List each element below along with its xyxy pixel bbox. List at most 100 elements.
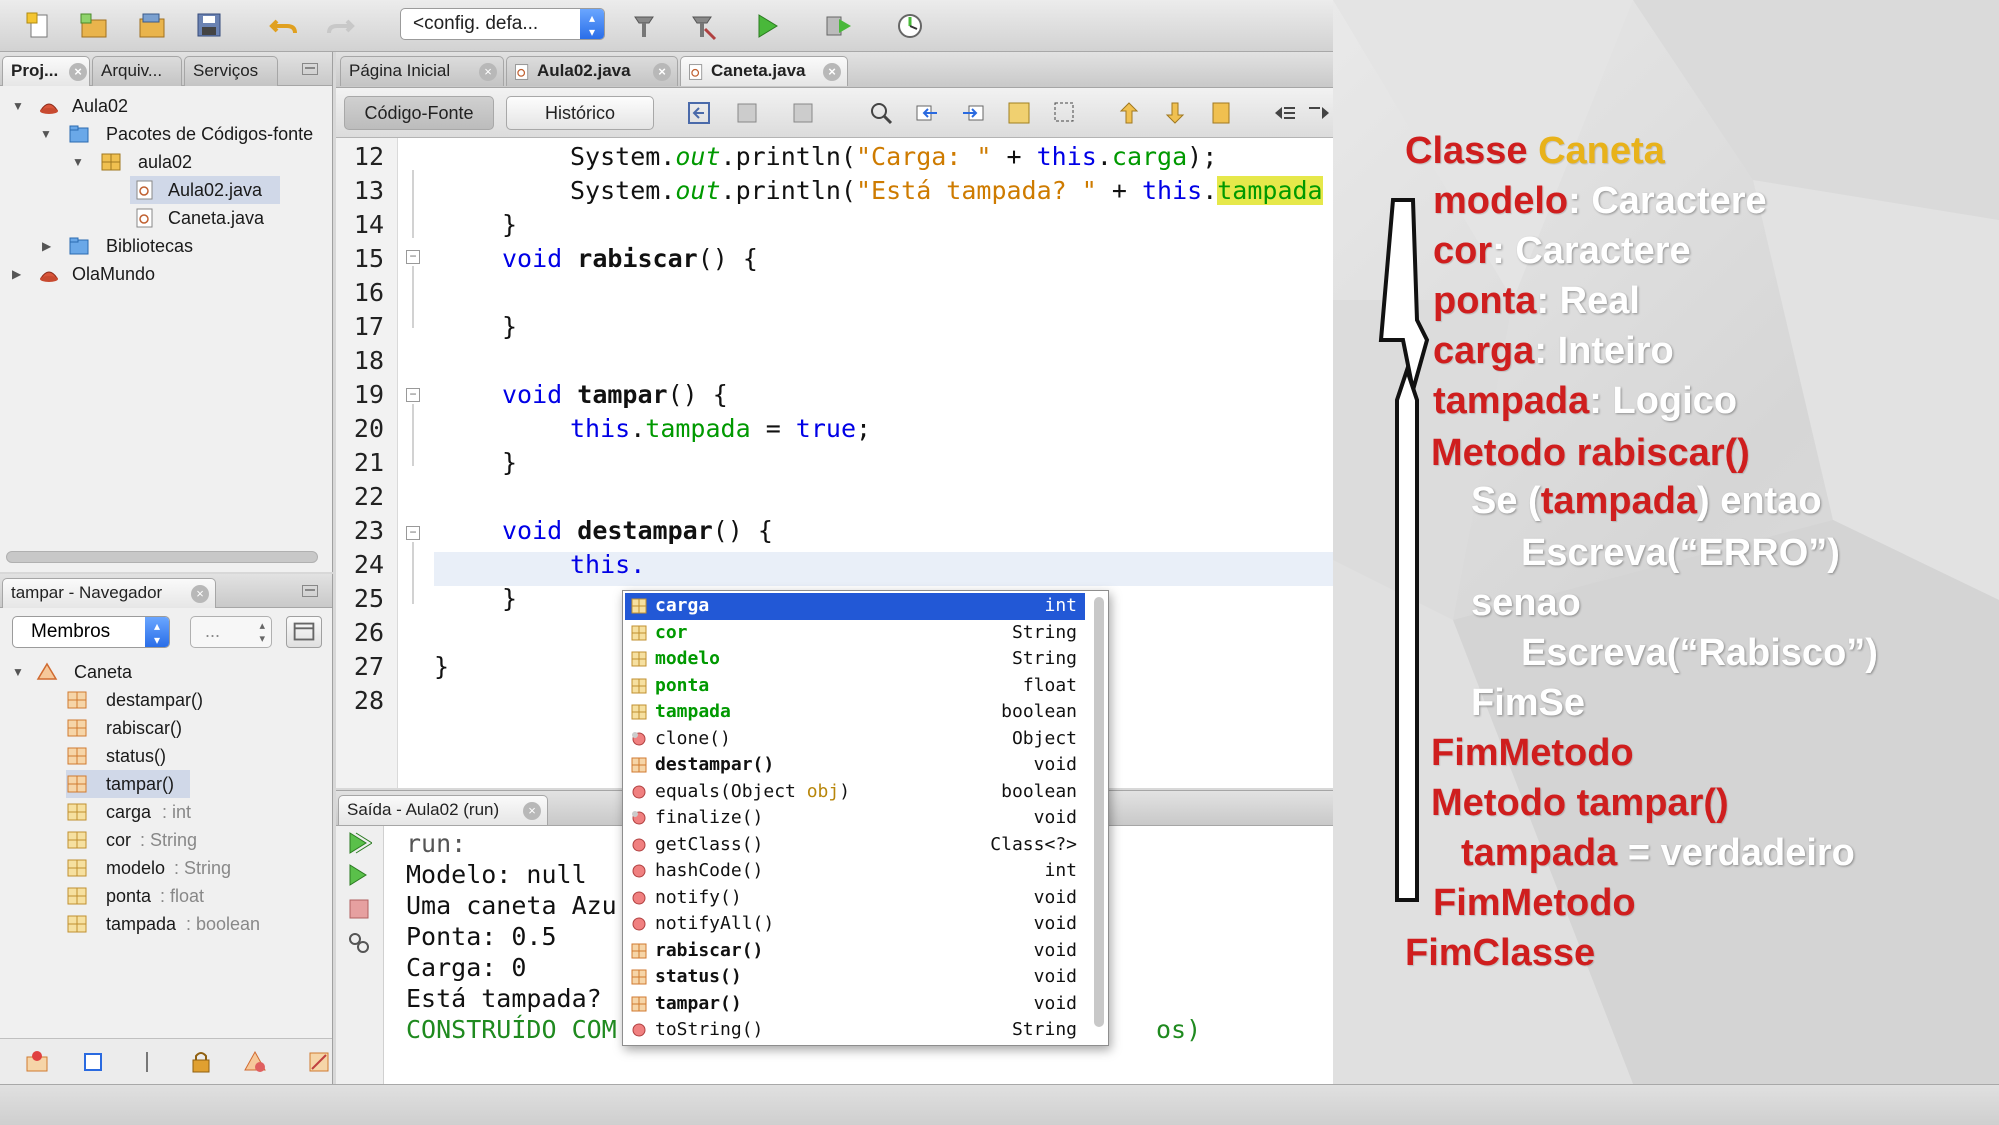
minimize-icon[interactable]	[302, 585, 318, 597]
completion-item[interactable]: clone() Object	[625, 726, 1085, 753]
completion-scrollbar[interactable]	[1094, 597, 1104, 1027]
source-mode-button[interactable]: Código-Fonte	[344, 96, 494, 130]
completion-item[interactable]: rabiscar() void	[625, 938, 1085, 965]
member-status[interactable]: status()	[66, 742, 326, 770]
show-inherited-icon[interactable]	[24, 1049, 50, 1075]
show-static-icon[interactable]	[134, 1049, 160, 1075]
completion-item[interactable]: tampar() void	[625, 991, 1085, 1018]
sort-icon[interactable]	[242, 1049, 268, 1075]
open-project-icon[interactable]	[134, 8, 170, 44]
tab-projects[interactable]: Proj... ×	[2, 56, 90, 86]
tab-aula02-java[interactable]: Aula02.java ×	[506, 56, 678, 86]
build-icon[interactable]	[626, 8, 662, 44]
undo-icon[interactable]	[266, 8, 302, 44]
profile-icon[interactable]	[892, 8, 928, 44]
expand-triangle-icon[interactable]: ▼	[12, 92, 24, 120]
run-icon[interactable]	[748, 8, 784, 44]
save-all-icon[interactable]	[192, 8, 228, 44]
fold-toggle-icon[interactable]: −	[406, 388, 420, 402]
member-rabiscar[interactable]: rabiscar()	[66, 714, 326, 742]
expand-triangle-icon[interactable]: ▼	[40, 120, 52, 148]
completion-item[interactable]: equals(Object obj) boolean	[625, 779, 1085, 806]
stop-icon[interactable]	[346, 896, 372, 922]
tree-node-aula02[interactable]: ▼ Aula02	[0, 92, 330, 120]
rerun-icon[interactable]	[346, 830, 372, 856]
completion-item[interactable]: ponta float	[625, 673, 1085, 700]
close-icon[interactable]: ×	[69, 63, 87, 81]
completion-item[interactable]: status() void	[625, 964, 1085, 991]
show-fields-icon[interactable]	[80, 1049, 106, 1075]
collapse-triangle-icon[interactable]: ▶	[12, 260, 21, 288]
tab-output[interactable]: Saída - Aula02 (run) ×	[338, 795, 548, 825]
next-bookmark-icon[interactable]	[1162, 100, 1188, 126]
minimize-icon[interactable]	[302, 63, 318, 75]
member-tampar[interactable]: tampar()	[66, 770, 190, 798]
close-icon[interactable]: ×	[523, 802, 541, 820]
tree-node-source-packages[interactable]: ▼ Pacotes de Códigos-fonte	[0, 120, 333, 148]
completion-item[interactable]: destampar() void	[625, 752, 1085, 779]
shift-right-icon[interactable]	[1306, 100, 1332, 126]
find-previous-icon[interactable]	[914, 100, 940, 126]
member-tampada[interactable]: tampada : boolean	[66, 910, 326, 938]
member-root-caneta[interactable]: ▼ Caneta	[0, 658, 330, 686]
lock-icon[interactable]	[188, 1049, 214, 1075]
navigator-options-button[interactable]	[286, 616, 322, 648]
expand-triangle-icon[interactable]: ▼	[72, 148, 84, 176]
new-project-icon[interactable]	[76, 8, 112, 44]
fold-toggle-icon[interactable]: −	[406, 526, 420, 540]
tree-node-caneta-java[interactable]: Caneta.java	[130, 204, 280, 232]
tree-node-aula02-java[interactable]: Aula02.java	[130, 176, 280, 204]
member-ponta[interactable]: ponta : float	[66, 882, 326, 910]
java-source-icon[interactable]	[306, 1049, 332, 1075]
fold-toggle-icon[interactable]: −	[406, 250, 420, 264]
close-icon[interactable]: ×	[191, 585, 209, 603]
tab-pagina-inicial[interactable]: Página Inicial ×	[340, 56, 504, 86]
tab-navigator[interactable]: tampar - Navegador ×	[2, 578, 216, 608]
completion-item[interactable]: toString() String	[625, 1017, 1085, 1044]
new-file-icon[interactable]	[22, 8, 58, 44]
tab-files[interactable]: Arquiv...	[92, 56, 182, 86]
horizontal-scrollbar[interactable]	[6, 551, 318, 563]
member-carga[interactable]: carga : int	[66, 798, 326, 826]
close-icon[interactable]: ×	[653, 63, 671, 81]
tab-caneta-java[interactable]: Caneta.java ×	[680, 56, 848, 86]
completion-item[interactable]: notifyAll() void	[625, 911, 1085, 938]
forward-icon[interactable]	[790, 100, 816, 126]
completion-item[interactable]: modelo String	[625, 646, 1085, 673]
close-icon[interactable]: ×	[479, 63, 497, 81]
last-edit-icon[interactable]	[686, 100, 712, 126]
tree-node-olamundo[interactable]: ▶ OlaMundo	[0, 260, 330, 288]
member-cor[interactable]: cor : String	[66, 826, 326, 854]
redo-icon[interactable]	[322, 8, 358, 44]
settings-icon[interactable]	[346, 930, 372, 956]
collapse-triangle-icon[interactable]: ▶	[42, 232, 51, 260]
toggle-highlight-icon[interactable]	[1006, 100, 1032, 126]
close-icon[interactable]: ×	[823, 63, 841, 81]
navigator-filter-select[interactable]: ... ▴ ▾	[190, 616, 272, 648]
completion-item[interactable]: tampada boolean	[625, 699, 1085, 726]
member-destampar[interactable]: destampar()	[66, 686, 326, 714]
tree-node-package-aula02[interactable]: ▼ aula02	[0, 148, 330, 176]
back-icon[interactable]	[734, 100, 760, 126]
find-next-icon[interactable]	[960, 100, 986, 126]
rerun-with-params-icon[interactable]	[346, 862, 372, 888]
completion-item[interactable]: cor String	[625, 620, 1085, 647]
completion-item[interactable]: getClass() Class<?>	[625, 832, 1085, 859]
members-filter-select[interactable]: Membros ▴ ▾	[12, 616, 170, 648]
previous-bookmark-icon[interactable]	[1116, 100, 1142, 126]
toggle-rectangular-selection-icon[interactable]	[1052, 100, 1078, 126]
completion-item[interactable]: carga int	[625, 593, 1085, 620]
member-modelo[interactable]: modelo : String	[66, 854, 326, 882]
debug-icon[interactable]	[820, 8, 856, 44]
shift-left-icon[interactable]	[1272, 100, 1298, 126]
tab-services[interactable]: Serviços	[184, 56, 278, 86]
completion-item[interactable]: notify() void	[625, 885, 1085, 912]
toggle-bookmark-icon[interactable]	[1208, 100, 1234, 126]
tree-node-libraries[interactable]: ▶ Bibliotecas	[0, 232, 330, 260]
clean-build-icon[interactable]	[684, 8, 720, 44]
completion-item[interactable]: hashCode() int	[625, 858, 1085, 885]
completion-item[interactable]: finalize() void	[625, 805, 1085, 832]
find-icon[interactable]	[868, 100, 894, 126]
configuration-select[interactable]: <config. defa... ▴ ▾	[400, 8, 605, 40]
expand-triangle-icon[interactable]: ▼	[12, 658, 24, 686]
